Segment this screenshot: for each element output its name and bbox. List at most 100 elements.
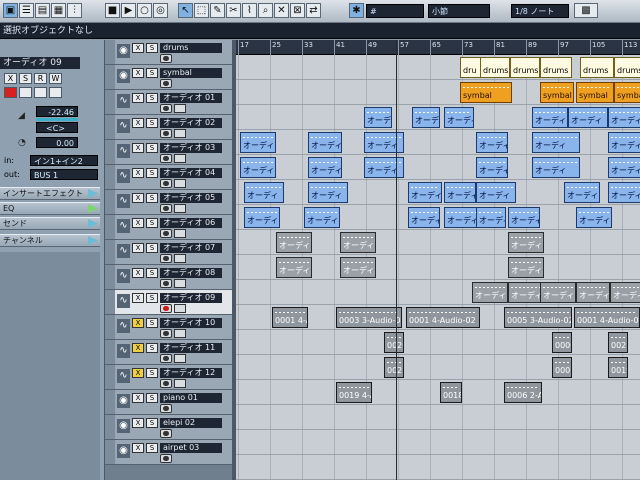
track-row[interactable]: ∿ X S オーディオ 07 (105, 240, 232, 265)
monitor-button[interactable] (174, 279, 186, 288)
monitor-button[interactable] (174, 304, 186, 313)
event-part[interactable]: オーディ (564, 182, 600, 203)
mixer-icon[interactable]: ⫶ (67, 3, 82, 18)
event-part[interactable]: 0001 4-Audio-02 (574, 307, 640, 328)
track-name[interactable]: drums (160, 43, 222, 53)
event-part[interactable]: 0021 (384, 357, 404, 378)
channel-section[interactable]: チャンネル (0, 234, 100, 247)
event-part[interactable]: drums (540, 57, 572, 78)
track-row[interactable]: ∿ X S オーディオ 11 (105, 340, 232, 365)
track-name[interactable]: piano 01 (160, 393, 222, 403)
event-part[interactable]: オーディ (240, 132, 276, 153)
split-tool-icon[interactable]: ✂ (226, 3, 241, 18)
solo-button[interactable]: S (146, 343, 158, 353)
event-part[interactable]: 0019 (608, 357, 628, 378)
record-enable-button[interactable] (160, 454, 172, 463)
record-enable-button[interactable] (160, 329, 172, 338)
track-row[interactable]: ◉ X Selepi 02 (105, 415, 232, 440)
event-part[interactable]: オーディ (476, 182, 516, 203)
inspector-track-name[interactable]: オーディオ 09 (0, 57, 80, 69)
record-enable-button[interactable] (160, 129, 172, 138)
inspector-mute-button[interactable]: X (4, 73, 17, 84)
event-part[interactable]: オーディ (408, 207, 440, 228)
track-row[interactable]: ∿ X S オーディオ 04 (105, 165, 232, 190)
track-row[interactable]: ∿ X S オーディオ 12 (105, 365, 232, 390)
mute-button[interactable]: X (132, 293, 144, 303)
event-part[interactable]: オーディ (444, 182, 476, 203)
event-part[interactable]: オーディ (508, 232, 544, 253)
event-part[interactable]: オーディ (244, 207, 280, 228)
toggle-inspector-icon[interactable]: ▣ (3, 3, 18, 18)
solo-button[interactable]: S (146, 118, 158, 128)
solo-button[interactable]: S (146, 143, 158, 153)
event-part[interactable]: オーディ (240, 157, 276, 178)
monitor-button[interactable] (174, 229, 186, 238)
record-enable-button[interactable] (160, 429, 172, 438)
track-row[interactable]: ∿ X S オーディオ 03 (105, 140, 232, 165)
toggle-pool-icon[interactable]: ▦ (51, 3, 66, 18)
event-part[interactable]: オーディ (608, 182, 640, 203)
solo-button[interactable]: S (146, 318, 158, 328)
monitor-button[interactable] (174, 129, 186, 138)
event-part[interactable]: オーディ (308, 157, 342, 178)
input-routing-select[interactable]: イン1+イン2 (30, 155, 98, 166)
event-part[interactable]: オーディ (476, 157, 508, 178)
event-part[interactable]: オーディ (308, 182, 348, 203)
monitor-button[interactable] (174, 154, 186, 163)
track-name[interactable]: airpet 03 (160, 443, 222, 453)
mute-button[interactable]: X (132, 43, 144, 53)
play-tool-icon[interactable]: ⇄ (306, 3, 321, 18)
track-name[interactable]: symbal (160, 68, 222, 78)
event-part[interactable]: 0001 4-Audio-02 (406, 307, 480, 328)
solo-button[interactable]: S (146, 218, 158, 228)
event-part[interactable]: symbal (576, 82, 614, 103)
track-name[interactable]: オーディオ 01 (160, 93, 222, 103)
toggle-info-icon[interactable]: ☰ (19, 3, 34, 18)
solo-button[interactable]: S (146, 43, 158, 53)
record-enable-button[interactable] (160, 104, 172, 113)
event-part[interactable]: オーディ (412, 107, 440, 128)
solo-button[interactable]: S (146, 368, 158, 378)
track-name[interactable]: オーディオ 08 (160, 268, 222, 278)
record-enable-button[interactable] (160, 304, 172, 313)
track-name[interactable]: オーディオ 02 (160, 118, 222, 128)
solo-button[interactable]: S (146, 293, 158, 303)
solo-button[interactable]: S (146, 393, 158, 403)
event-part[interactable]: 0020 (384, 332, 404, 353)
record-enable-button[interactable] (160, 154, 172, 163)
event-part[interactable]: オーディ (444, 207, 480, 228)
event-part[interactable]: drums (480, 57, 510, 78)
solo-button[interactable]: S (146, 193, 158, 203)
event-part[interactable]: symbal (540, 82, 574, 103)
erase-tool-icon[interactable]: ✕ (274, 3, 289, 18)
event-part[interactable]: オーディ (304, 207, 340, 228)
track-lane[interactable] (236, 380, 640, 405)
track-row[interactable]: ∿ X S オーディオ 10 (105, 315, 232, 340)
monitor-button[interactable] (174, 104, 186, 113)
event-part[interactable]: オーディ (276, 257, 312, 278)
event-part[interactable]: オーディオ (472, 282, 508, 303)
arrange-window[interactable]: dru drums drums drums drums drums symbal symbal… (236, 55, 640, 480)
event-part[interactable]: オーディ (476, 132, 508, 153)
inspector-edit-button[interactable] (49, 87, 62, 98)
event-part[interactable]: オーディ (532, 157, 580, 178)
event-part[interactable]: オーディ (364, 157, 404, 178)
mute-button[interactable]: X (132, 393, 144, 403)
monitor-button[interactable] (174, 329, 186, 338)
inspector-record-button[interactable] (4, 87, 17, 98)
monitor-button[interactable] (174, 254, 186, 263)
event-part[interactable]: オーディオ (576, 282, 610, 303)
output-routing-select[interactable]: BUS 1 (30, 169, 98, 180)
mute-button[interactable]: X (132, 168, 144, 178)
mute-button[interactable]: X (132, 143, 144, 153)
record-enable-button[interactable] (160, 179, 172, 188)
monitor-button[interactable] (174, 354, 186, 363)
mute-tool-icon[interactable]: ⊠ (290, 3, 305, 18)
mute-button[interactable]: X (132, 118, 144, 128)
event-part[interactable]: オーディ (608, 107, 640, 128)
inspector-read-button[interactable]: R (34, 73, 47, 84)
event-part[interactable]: オーディ (444, 107, 474, 128)
snap-select[interactable]: 小節 (428, 4, 490, 18)
record-enable-button[interactable] (160, 254, 172, 263)
track-name[interactable]: オーディオ 09 (160, 293, 222, 303)
